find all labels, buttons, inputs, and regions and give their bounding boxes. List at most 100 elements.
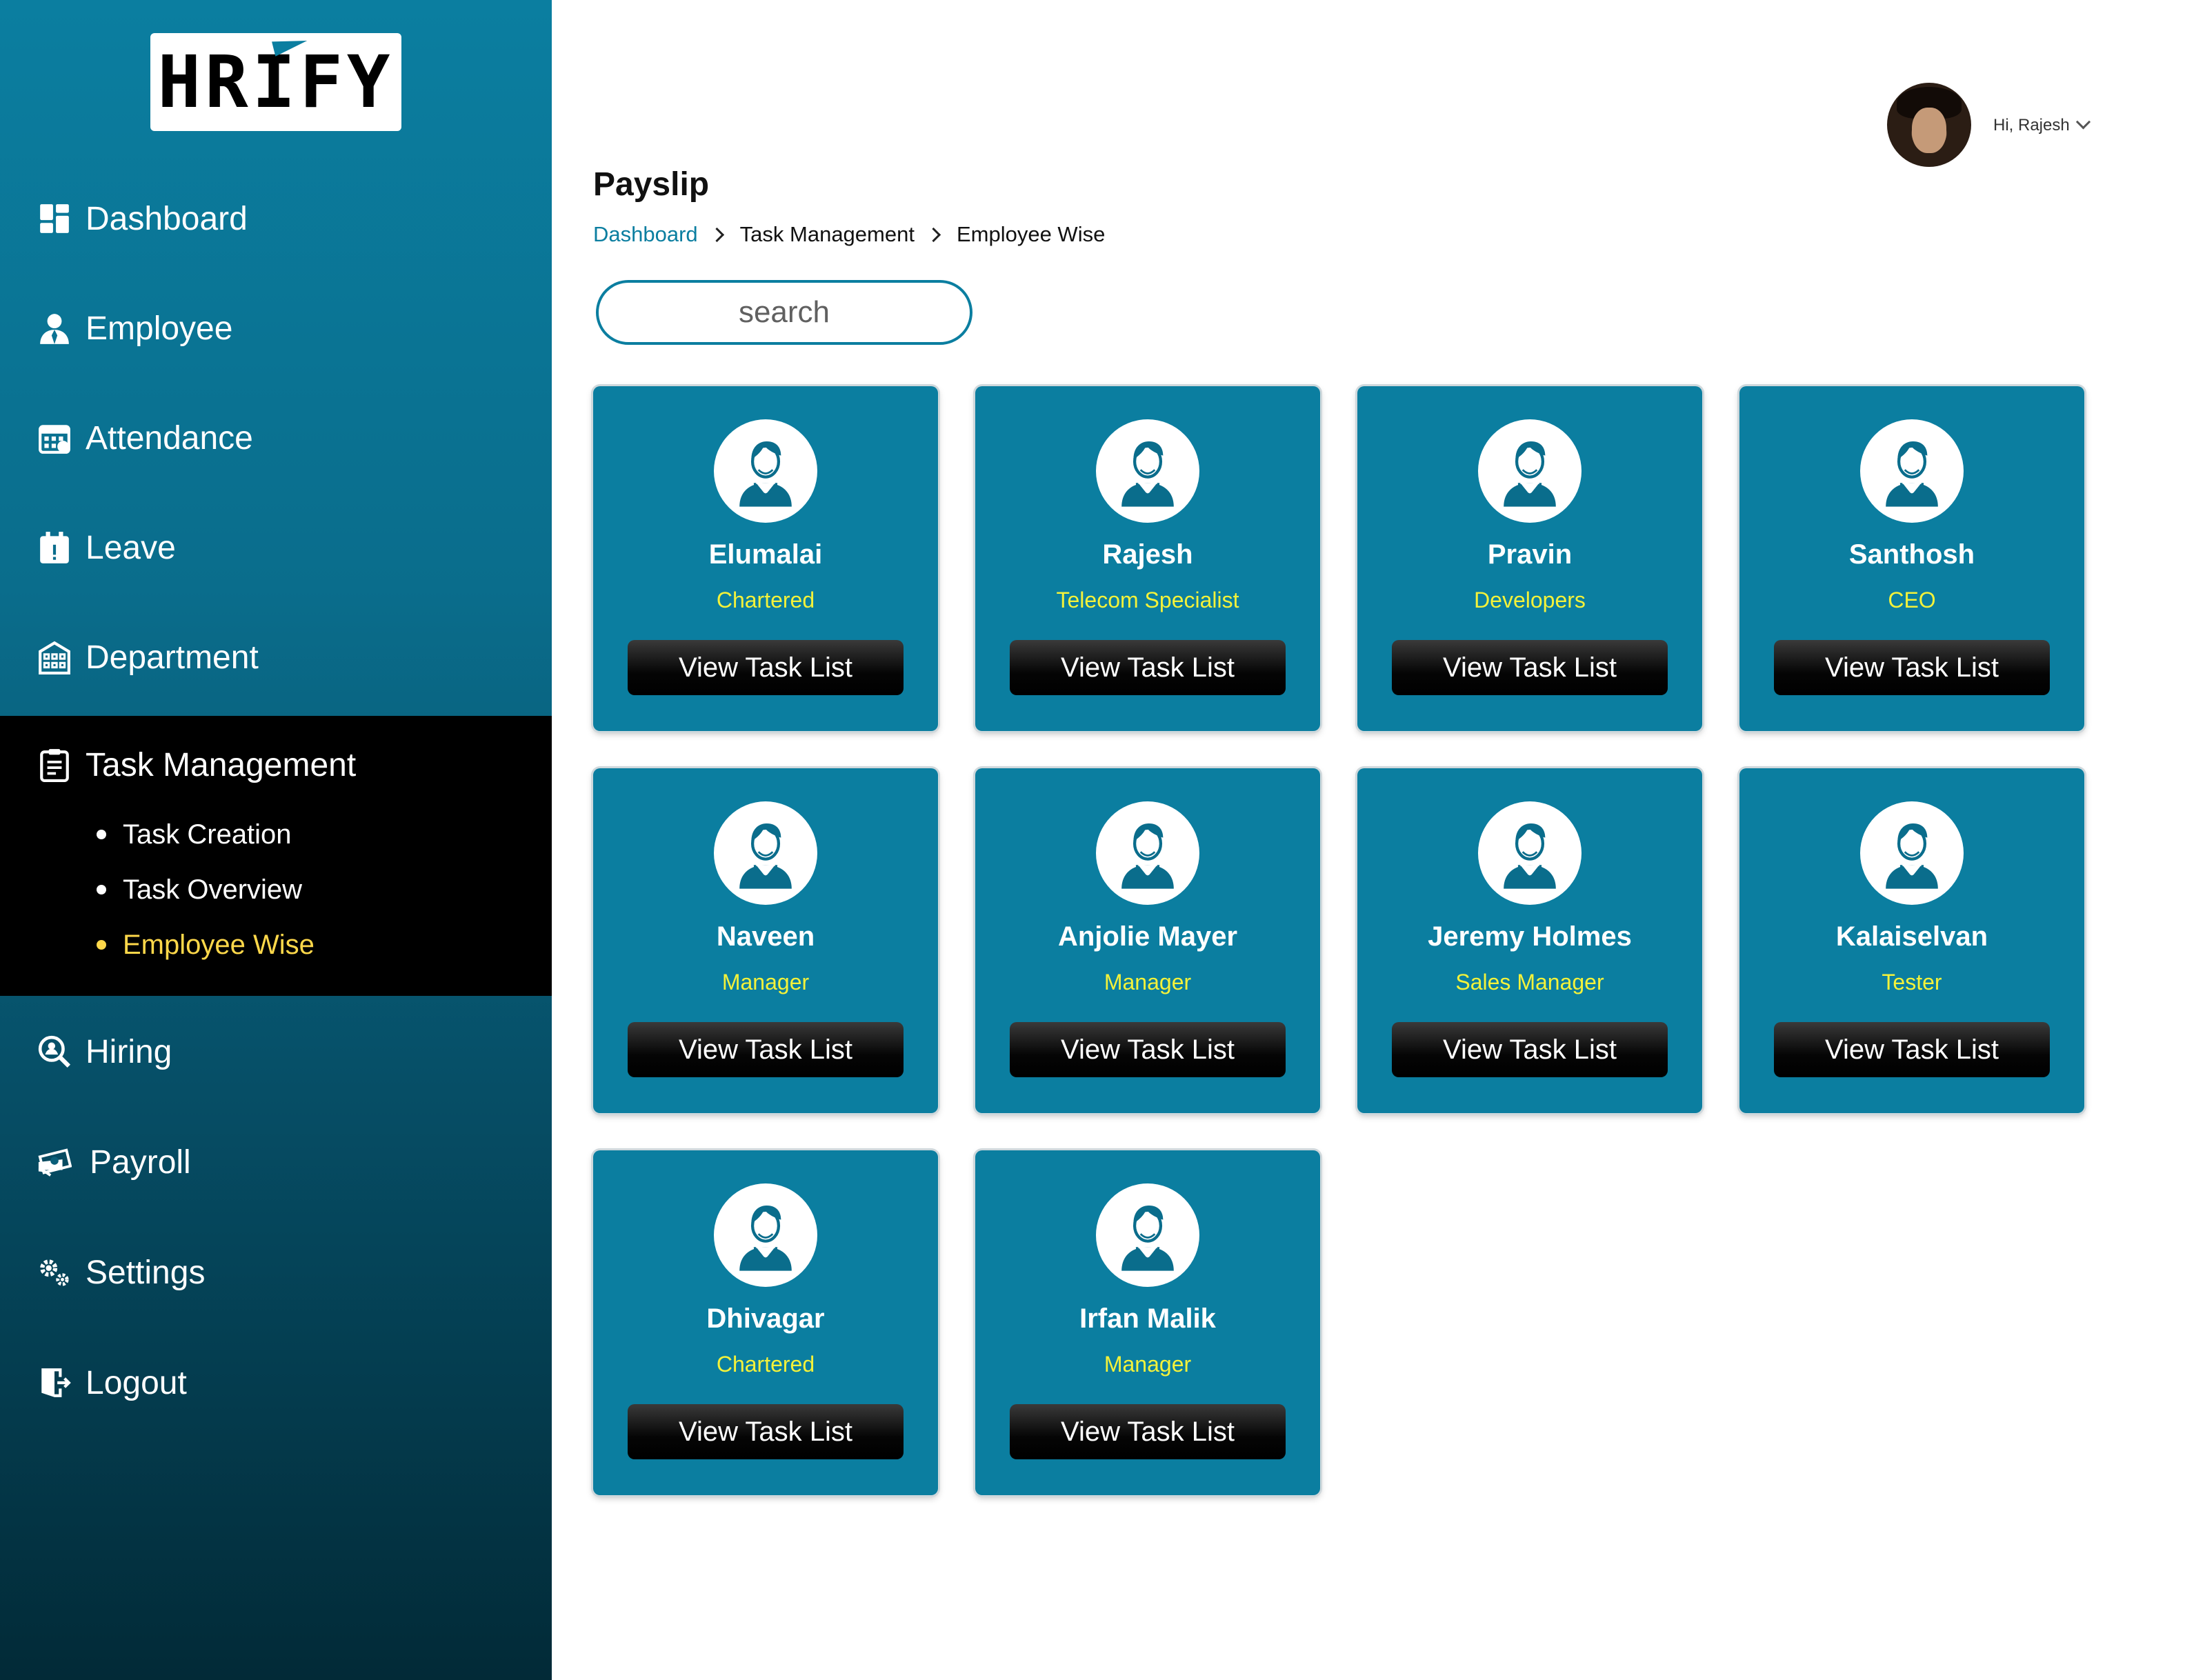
sidebar-item-label: Leave (86, 529, 176, 566)
view-task-list-button[interactable]: View Task List (628, 640, 904, 695)
sidebar-item-label: Department (86, 639, 259, 676)
employee-role: Manager (1104, 970, 1192, 994)
view-task-list-button[interactable]: View Task List (1010, 1404, 1286, 1459)
employee-icon (36, 310, 73, 347)
sidebar-item-label: Settings (86, 1254, 206, 1291)
sidebar-item-leave[interactable]: Leave (0, 517, 552, 579)
breadcrumb: Dashboard Task Management Employee Wise (593, 219, 1105, 250)
employee-avatar (714, 1183, 817, 1287)
employee-card: Elumalai Chartered View Task List (593, 386, 938, 731)
user-avatar-icon (1121, 823, 1174, 889)
employee-avatar (1096, 1183, 1199, 1287)
sub-item-label: Employee Wise (123, 929, 315, 960)
sidebar-item-label: Logout (86, 1364, 187, 1401)
sidebar-item-attendance[interactable]: Attendance (0, 407, 552, 469)
employee-avatar (1478, 801, 1582, 905)
bullet-icon (97, 830, 106, 839)
sidebar-item-task-management[interactable]: Task Management (0, 734, 552, 796)
sidebar-item-employee[interactable]: Employee (0, 297, 552, 359)
employee-avatar (1860, 419, 1964, 523)
sidebar: HRIFY Dashboard Employee Attendance Leav… (0, 0, 552, 1680)
view-task-list-button[interactable]: View Task List (628, 1022, 904, 1077)
employee-role: Telecom Specialist (1056, 588, 1239, 612)
employee-role: Developers (1474, 588, 1586, 612)
leave-calendar-icon (36, 529, 73, 566)
employee-card: Kalaiselvan Tester View Task List (1739, 768, 2084, 1113)
employee-role: Tester (1882, 970, 1942, 994)
view-task-list-button[interactable]: View Task List (628, 1404, 904, 1459)
employee-avatar (1096, 419, 1199, 523)
employee-name: Dhivagar (706, 1303, 825, 1334)
employee-avatar (1478, 419, 1582, 523)
sidebar-item-label: Attendance (86, 419, 253, 457)
employee-avatar (1860, 801, 1964, 905)
breadcrumb-dashboard[interactable]: Dashboard (593, 222, 698, 247)
user-avatar-icon (739, 441, 792, 507)
search-input[interactable] (596, 280, 972, 345)
money-icon (36, 1143, 73, 1181)
user-avatar-icon (739, 823, 792, 889)
avatar-face (1912, 108, 1946, 153)
breadcrumb-task-management[interactable]: Task Management (740, 222, 915, 247)
user-avatar-icon (1504, 823, 1556, 889)
user-avatar-icon (739, 1206, 792, 1271)
sidebar-item-dashboard[interactable]: Dashboard (0, 188, 552, 250)
sub-item-task-overview[interactable]: Task Overview (97, 869, 302, 910)
building-icon (36, 639, 73, 676)
breadcrumb-employee-wise: Employee Wise (956, 222, 1106, 246)
employee-avatar (1096, 801, 1199, 905)
employee-avatar (714, 419, 817, 523)
sub-item-label: Task Creation (123, 819, 292, 850)
employee-card: Anjolie Mayer Manager View Task List (975, 768, 1320, 1113)
view-task-list-button[interactable]: View Task List (1774, 640, 2050, 695)
sidebar-item-payroll[interactable]: Payroll (0, 1131, 552, 1193)
hiring-search-icon (36, 1033, 73, 1070)
sub-item-label: Task Overview (123, 874, 303, 905)
employee-role: Chartered (716, 1352, 815, 1377)
employee-card: Naveen Manager View Task List (593, 768, 938, 1113)
user-menu[interactable]: Hi, Rajesh (1993, 113, 2091, 138)
chevron-right-icon (709, 227, 724, 242)
employee-card: Santhosh CEO View Task List (1739, 386, 2084, 731)
employee-name: Naveen (716, 921, 815, 952)
sub-item-task-creation[interactable]: Task Creation (97, 814, 292, 855)
bullet-icon (97, 885, 106, 894)
employee-name: Irfan Malik (1079, 1303, 1216, 1334)
employee-role: Chartered (716, 588, 815, 612)
view-task-list-button[interactable]: View Task List (1774, 1022, 2050, 1077)
chevron-right-icon (926, 227, 941, 242)
sidebar-item-hiring[interactable]: Hiring (0, 1021, 552, 1083)
employee-name: Kalaiselvan (1835, 921, 1988, 952)
bullet-icon (97, 940, 106, 950)
employee-name: Elumalai (708, 539, 823, 570)
employee-name: Jeremy Holmes (1428, 921, 1632, 952)
view-task-list-button[interactable]: View Task List (1010, 1022, 1286, 1077)
sidebar-item-label: Hiring (86, 1033, 172, 1070)
logout-door-icon (36, 1364, 73, 1401)
sub-item-employee-wise[interactable]: Employee Wise (97, 924, 315, 966)
employee-name: Rajesh (1102, 539, 1193, 570)
chevron-down-icon (2075, 114, 2091, 129)
gears-icon (36, 1254, 73, 1291)
user-avatar-icon (1504, 441, 1556, 507)
hrify-logo[interactable]: HRIFY (150, 33, 401, 131)
sidebar-item-logout[interactable]: Logout (0, 1352, 552, 1414)
employee-card: Irfan Malik Manager View Task List (975, 1150, 1320, 1495)
sidebar-item-department[interactable]: Department (0, 626, 552, 688)
sidebar-item-label: Payroll (90, 1143, 191, 1181)
view-task-list-button[interactable]: View Task List (1392, 1022, 1668, 1077)
sidebar-item-label: Employee (86, 310, 233, 347)
employee-role: Sales Manager (1455, 970, 1604, 994)
dashboard-icon (36, 200, 73, 237)
employee-name: Santhosh (1848, 539, 1975, 570)
employee-name: Pravin (1487, 539, 1573, 570)
avatar[interactable] (1887, 83, 1971, 167)
sidebar-item-label: Dashboard (86, 200, 248, 237)
user-avatar-icon (1121, 1206, 1174, 1271)
view-task-list-button[interactable]: View Task List (1010, 640, 1286, 695)
view-task-list-button[interactable]: View Task List (1392, 640, 1668, 695)
employee-role: Manager (721, 970, 810, 994)
employee-role: Manager (1104, 1352, 1192, 1377)
sidebar-item-settings[interactable]: Settings (0, 1241, 552, 1303)
logo-text: HRIFY (157, 40, 395, 124)
